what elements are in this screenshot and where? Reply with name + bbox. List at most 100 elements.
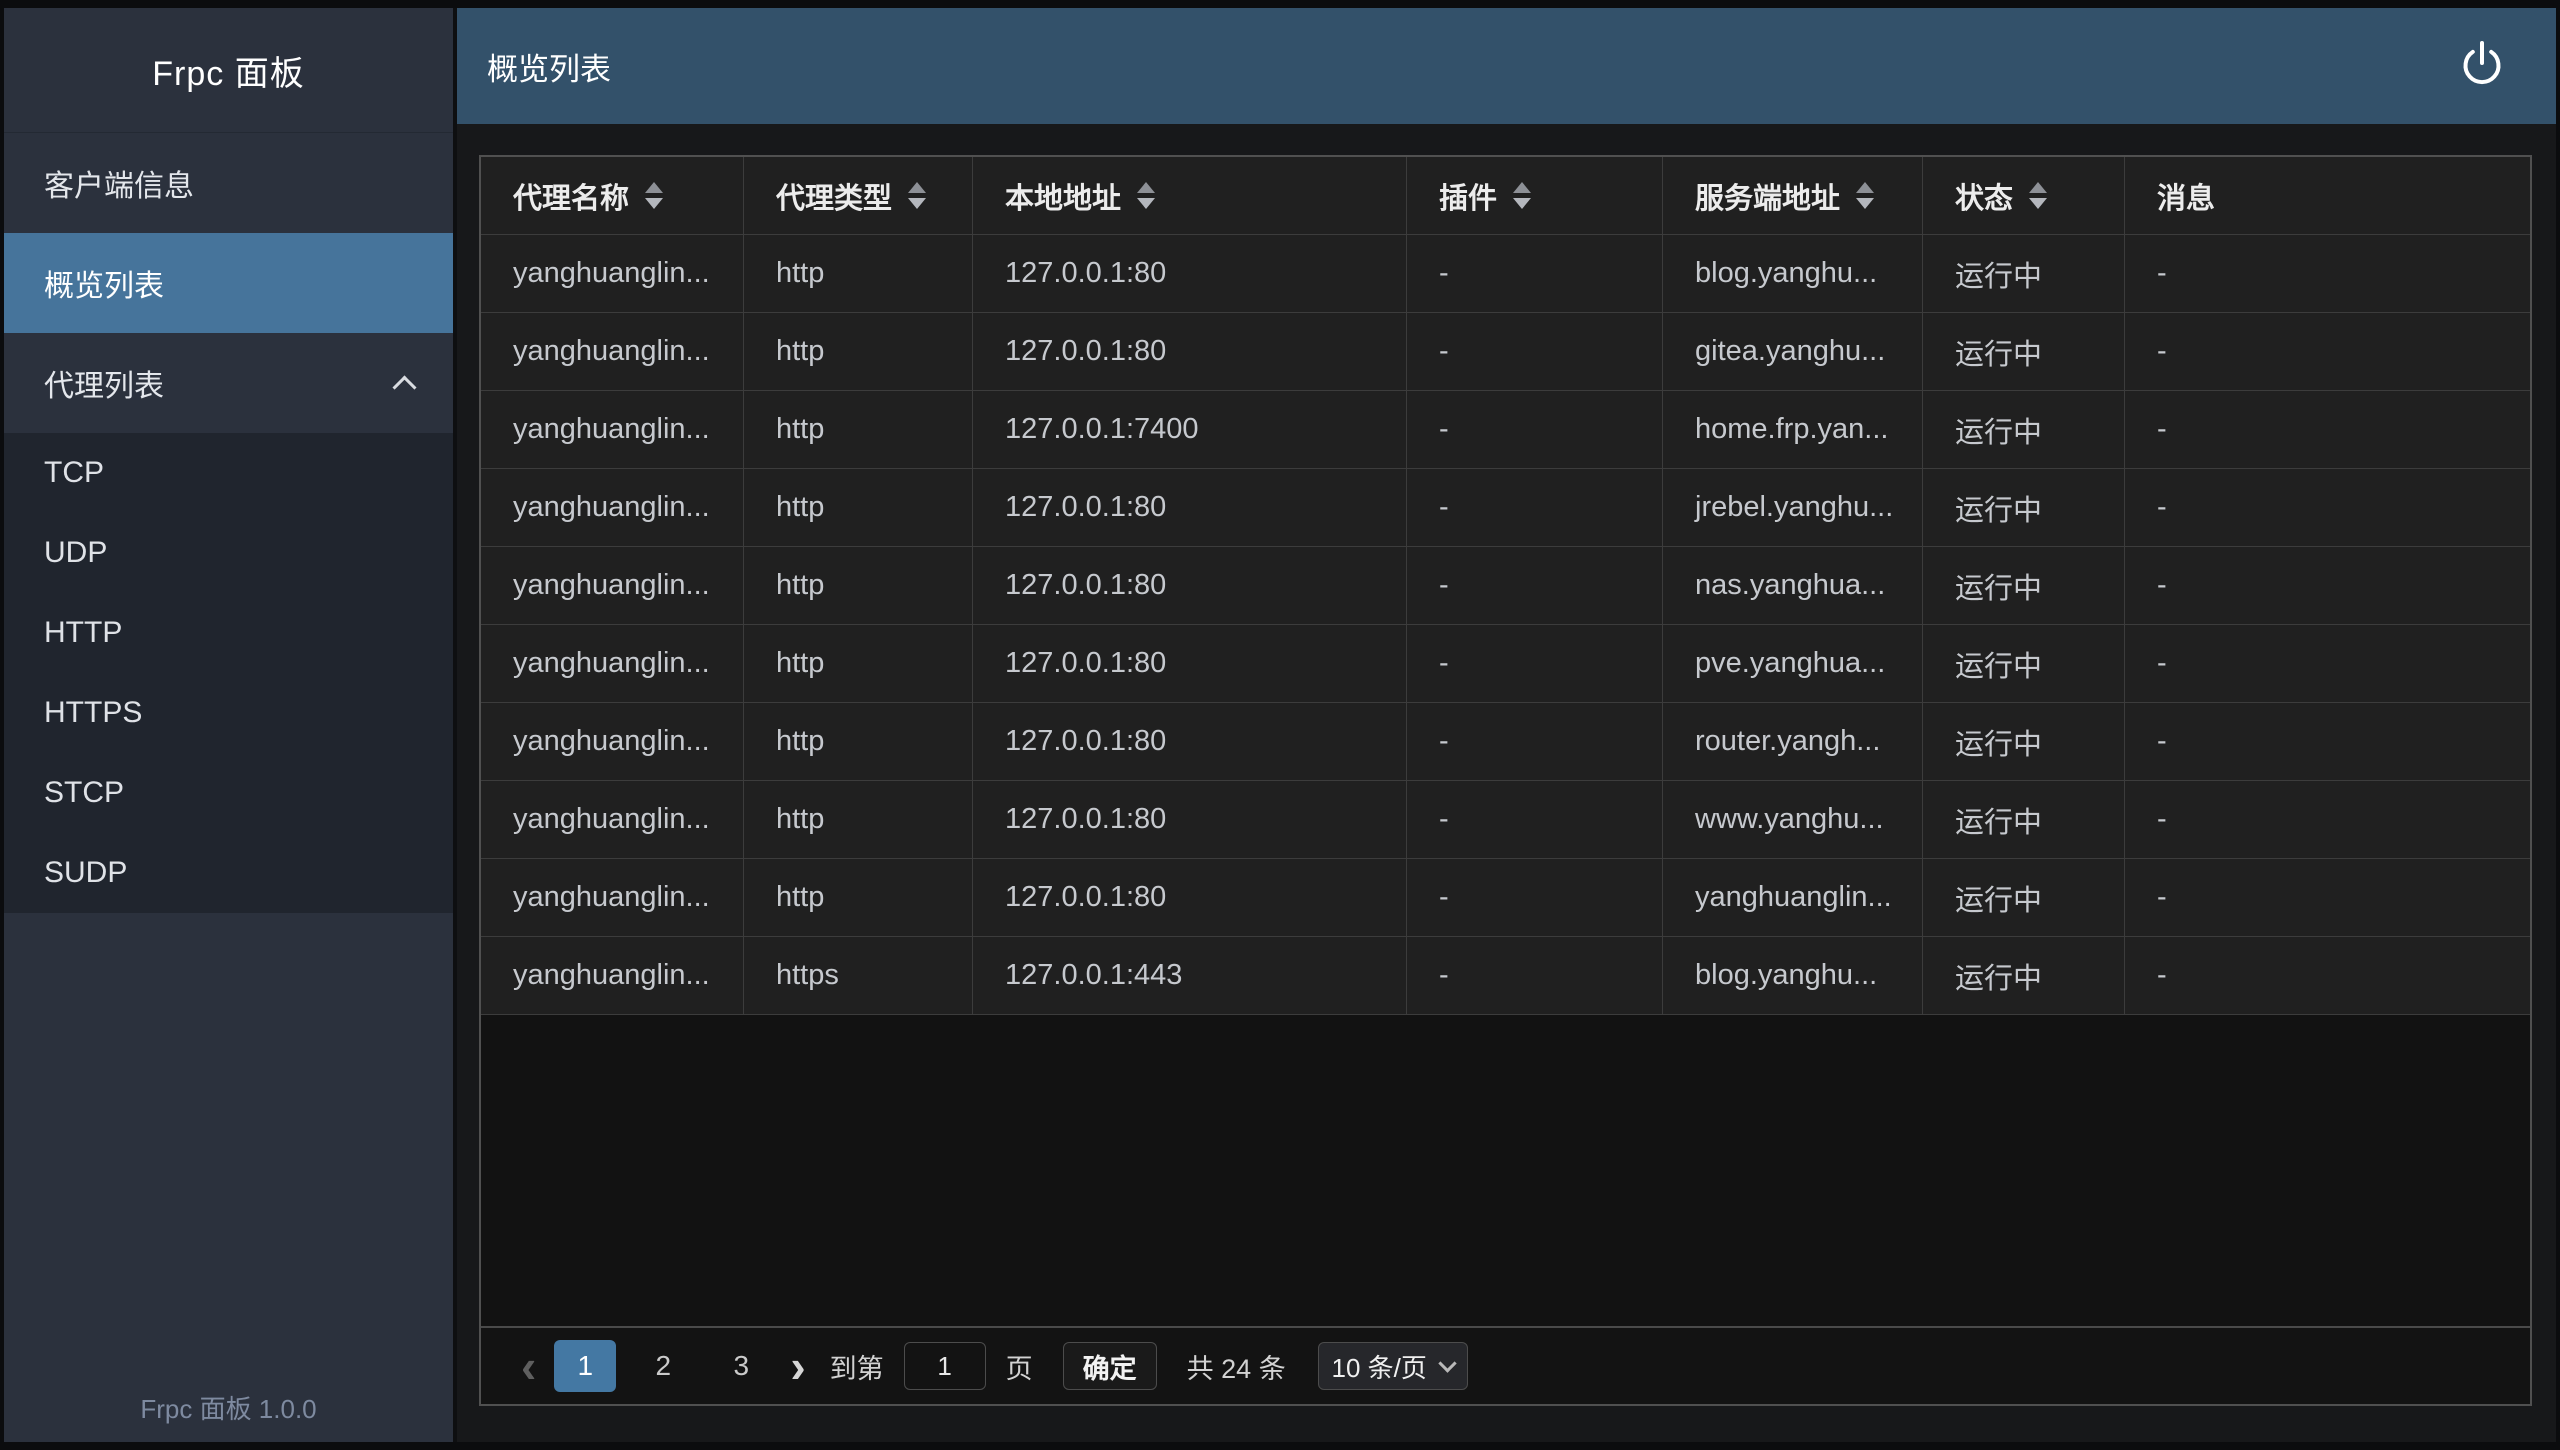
- page-button-3[interactable]: 3: [710, 1340, 772, 1392]
- table-row: yanghuanglin... http 127.0.0.1:80 - www.…: [481, 781, 2530, 859]
- sidebar-item-label: HTTP: [44, 616, 122, 650]
- sidebar-item-client-info[interactable]: 客户端信息: [4, 133, 453, 233]
- table-cell: -: [1407, 781, 1663, 858]
- sort-caret-icon[interactable]: [645, 182, 663, 209]
- table-cell: yanghuanglin...: [1663, 859, 1923, 936]
- goto-page-label: 到第: [830, 1347, 884, 1386]
- column-header-proxy-type[interactable]: 代理类型: [744, 157, 973, 234]
- app-window: Frpc 面板 客户端信息 概览列表 代理列表 TCP UDP HTTP HTT…: [4, 8, 2556, 1442]
- table-cell: blog.yanghu...: [1663, 235, 1923, 312]
- table-cell: -: [2125, 625, 2530, 702]
- sidebar-item-https[interactable]: HTTPS: [4, 673, 453, 753]
- table-cell: -: [2125, 469, 2530, 546]
- column-label: 插件: [1439, 175, 1497, 217]
- table-cell: http: [744, 703, 973, 780]
- table-cell: yanghuanglin...: [481, 937, 744, 1014]
- status-badge: 运行中: [1923, 937, 2125, 1014]
- page-button-1[interactable]: 1: [554, 1340, 616, 1392]
- table-cell: http: [744, 625, 973, 702]
- table-cell: router.yangh...: [1663, 703, 1923, 780]
- status-badge: 运行中: [1923, 781, 2125, 858]
- sidebar-item-udp[interactable]: UDP: [4, 513, 453, 593]
- table-cell: yanghuanglin...: [481, 859, 744, 936]
- sort-caret-icon[interactable]: [2029, 182, 2047, 209]
- page-title: 概览列表: [487, 44, 611, 89]
- sidebar-item-proxy-list[interactable]: 代理列表: [4, 333, 453, 433]
- table-cell: http: [744, 391, 973, 468]
- table-cell: yanghuanglin...: [481, 547, 744, 624]
- sidebar-item-http[interactable]: HTTP: [4, 593, 453, 673]
- next-page-button[interactable]: ›: [780, 1343, 815, 1389]
- table-cell: -: [2125, 859, 2530, 936]
- prev-page-button[interactable]: ‹: [511, 1343, 546, 1389]
- sort-caret-icon[interactable]: [1137, 182, 1155, 209]
- table-cell: -: [1407, 625, 1663, 702]
- page-size-select[interactable]: 10 条/页: [1318, 1342, 1468, 1390]
- column-header-local-addr[interactable]: 本地地址: [973, 157, 1407, 234]
- status-badge: 运行中: [1923, 625, 2125, 702]
- column-header-plugin[interactable]: 插件: [1407, 157, 1663, 234]
- table-cell: 127.0.0.1:443: [973, 937, 1407, 1014]
- column-header-status[interactable]: 状态: [1923, 157, 2125, 234]
- table-cell: -: [1407, 469, 1663, 546]
- sort-caret-icon[interactable]: [1856, 182, 1874, 209]
- table-cell: 127.0.0.1:80: [973, 313, 1407, 390]
- table-cell: pve.yanghua...: [1663, 625, 1923, 702]
- table-cell: home.frp.yan...: [1663, 391, 1923, 468]
- proxy-submenu: TCP UDP HTTP HTTPS STCP SUDP: [4, 433, 453, 913]
- pagination-bar: ‹ 1 2 3 › 到第 页 确定 共 24 条 10 条/页: [481, 1326, 2530, 1404]
- table-cell: yanghuanglin...: [481, 703, 744, 780]
- column-header-message: 消息: [2125, 157, 2530, 234]
- table-cell: -: [1407, 391, 1663, 468]
- sidebar-item-sudp[interactable]: SUDP: [4, 833, 453, 913]
- sidebar-item-label: STCP: [44, 776, 124, 810]
- table-cell: yanghuanglin...: [481, 625, 744, 702]
- status-badge: 运行中: [1923, 313, 2125, 390]
- table-cell: yanghuanglin...: [481, 235, 744, 312]
- column-header-server-addr[interactable]: 服务端地址: [1663, 157, 1923, 234]
- sidebar-item-stcp[interactable]: STCP: [4, 753, 453, 833]
- table-cell: www.yanghu...: [1663, 781, 1923, 858]
- sidebar-item-label: TCP: [44, 456, 104, 490]
- status-badge: 运行中: [1923, 391, 2125, 468]
- page-unit-label: 页: [1006, 1347, 1033, 1386]
- status-badge: 运行中: [1923, 703, 2125, 780]
- sidebar-item-label: 概览列表: [44, 261, 164, 305]
- table-row: yanghuanglin... http 127.0.0.1:80 - nas.…: [481, 547, 2530, 625]
- confirm-button[interactable]: 确定: [1063, 1342, 1157, 1390]
- column-header-proxy-name[interactable]: 代理名称: [481, 157, 744, 234]
- sort-caret-icon[interactable]: [1513, 182, 1531, 209]
- app-version: Frpc 面板 1.0.0: [4, 1372, 453, 1442]
- sidebar-item-label: 代理列表: [44, 361, 164, 405]
- table-cell: -: [2125, 313, 2530, 390]
- table-cell: http: [744, 859, 973, 936]
- table-cell: 127.0.0.1:80: [973, 859, 1407, 936]
- sidebar-item-tcp[interactable]: TCP: [4, 433, 453, 513]
- status-badge: 运行中: [1923, 859, 2125, 936]
- sidebar-item-overview[interactable]: 概览列表: [4, 233, 453, 333]
- table-cell: -: [2125, 781, 2530, 858]
- sidebar-item-label: HTTPS: [44, 696, 142, 730]
- table-row: yanghuanglin... http 127.0.0.1:80 - yang…: [481, 859, 2530, 937]
- table-cell: -: [1407, 937, 1663, 1014]
- table-cell: 127.0.0.1:7400: [973, 391, 1407, 468]
- table-cell: 127.0.0.1:80: [973, 469, 1407, 546]
- page-button-2[interactable]: 2: [632, 1340, 694, 1392]
- power-button[interactable]: [2452, 36, 2512, 96]
- table-header-row: 代理名称 代理类型 本地地址 插件: [481, 157, 2530, 235]
- table-row: yanghuanglin... http 127.0.0.1:80 - blog…: [481, 235, 2530, 313]
- column-label: 服务端地址: [1695, 175, 1840, 217]
- table-empty-space: [481, 1015, 2530, 1326]
- table-row: yanghuanglin... https 127.0.0.1:443 - bl…: [481, 937, 2530, 1015]
- table-cell: 127.0.0.1:80: [973, 781, 1407, 858]
- column-label: 状态: [1955, 175, 2013, 217]
- table-cell: yanghuanglin...: [481, 469, 744, 546]
- sort-caret-icon[interactable]: [908, 182, 926, 209]
- goto-page-input[interactable]: [904, 1342, 986, 1390]
- table-row: yanghuanglin... http 127.0.0.1:80 - jreb…: [481, 469, 2530, 547]
- table-cell: -: [2125, 235, 2530, 312]
- table-cell: yanghuanglin...: [481, 391, 744, 468]
- table-cell: -: [1407, 859, 1663, 936]
- table-cell: -: [2125, 391, 2530, 468]
- status-badge: 运行中: [1923, 547, 2125, 624]
